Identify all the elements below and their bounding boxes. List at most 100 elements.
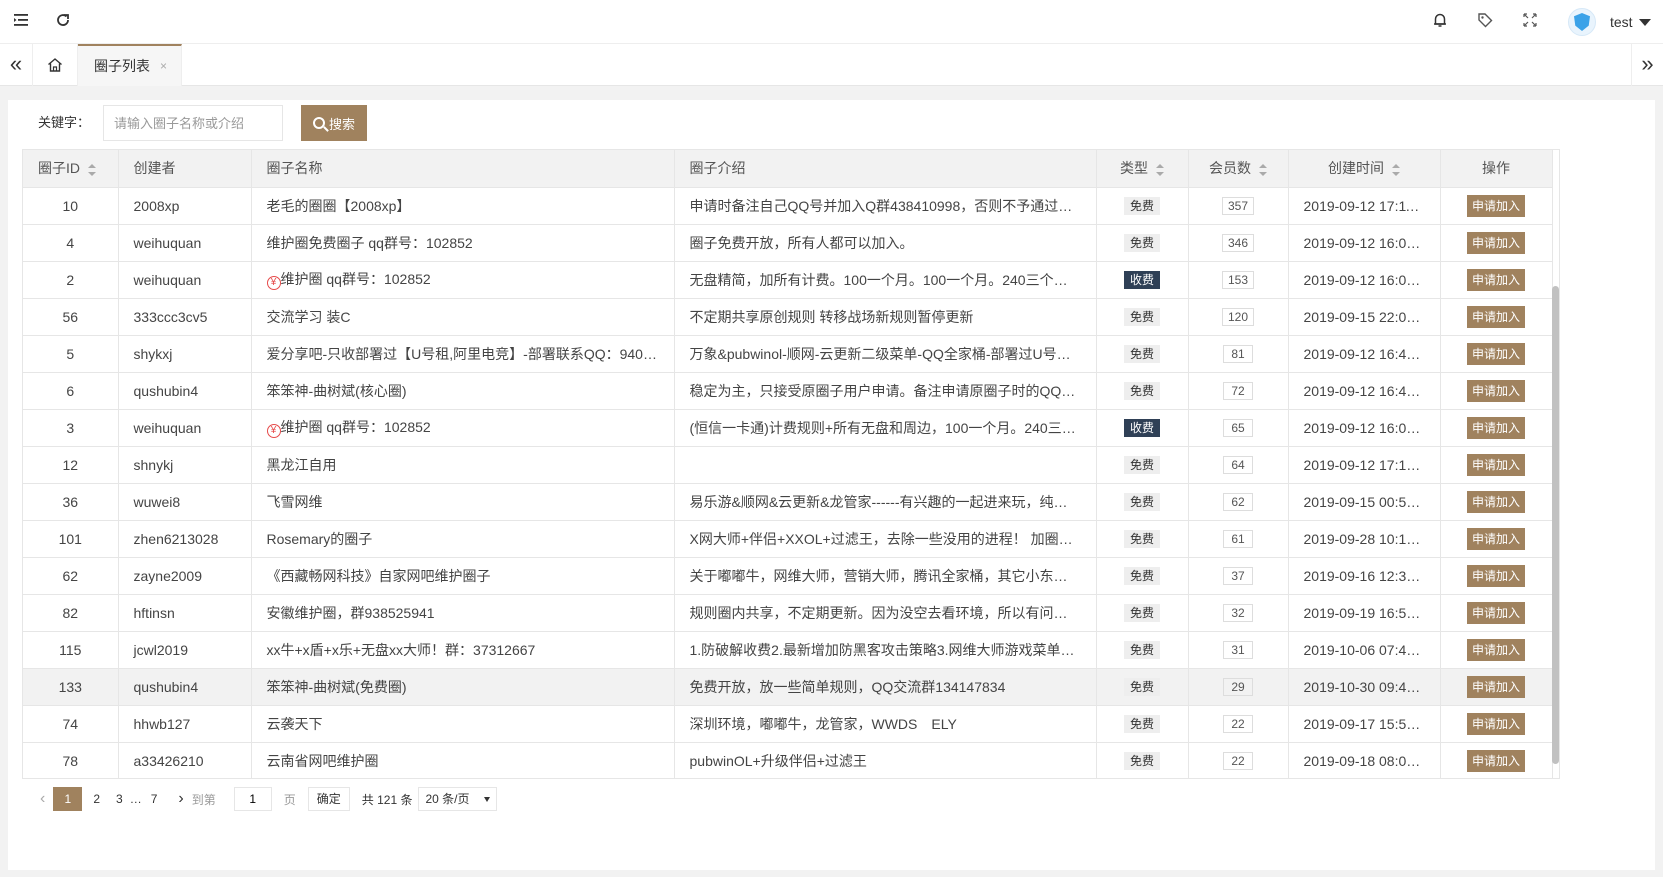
sort-icon[interactable] [1259,163,1267,176]
join-button[interactable]: 申请加入 [1466,416,1525,439]
cell-creator: a33426210 [118,742,252,778]
dropdown-arrow-icon [483,796,490,802]
table-scrollbar[interactable] [1552,286,1559,764]
fullscreen-icon[interactable] [1519,11,1541,33]
tag-icon[interactable] [1474,11,1496,33]
sort-icon[interactable] [1392,163,1400,176]
cell-id: 56 [23,298,119,336]
cell-created: 2019-09-12 16:06:26 [1288,409,1441,447]
cell-name: 云袭天下 [251,705,675,743]
cell-members: 32 [1188,594,1289,632]
cell-members: 65 [1188,409,1289,447]
cell-members: 120 [1188,298,1289,336]
next-page-icon[interactable]: › [170,790,191,808]
cell-action: 申请加入 [1440,224,1553,262]
col-header-name: 圈子名称 [251,150,675,188]
join-button[interactable]: 申请加入 [1466,231,1525,254]
cell-members: 357 [1188,187,1289,225]
cell-intro: 万象&pubwinol-顺网-云更新二级菜单-QQ全家桶-部署过U号请备... [674,335,1097,373]
cell-creator: zayne2009 [118,557,252,595]
join-button[interactable]: 申请加入 [1466,268,1525,291]
cell-created: 2019-09-12 16:04:22 [1288,261,1441,299]
cell-name: xx牛+x盾+x乐+无盘xx大师！群：37312667 [251,631,675,669]
col-header-id[interactable]: 圈子ID [23,150,119,188]
col-header-type[interactable]: 类型 [1096,150,1189,188]
search-icon [312,117,325,129]
join-button[interactable]: 申请加入 [1466,675,1525,698]
cell-action: 申请加入 [1440,298,1553,336]
member-count: 22 [1223,714,1253,733]
sort-icon[interactable] [1156,163,1164,176]
page-link[interactable]: 3 [111,787,128,811]
cell-created: 2019-09-28 10:17:02 [1288,520,1441,558]
confirm-button[interactable]: 确定 [307,787,350,811]
menu-toggle-icon[interactable] [10,11,32,33]
join-button[interactable]: 申请加入 [1466,490,1525,513]
join-button[interactable]: 申请加入 [1466,453,1525,476]
join-button[interactable]: 申请加入 [1466,379,1525,402]
notification-bell-icon[interactable] [1429,11,1451,33]
cell-intro: 易乐游&顺网&云更新&龙管家------有兴趣的一起进来玩，纯免费。 [674,483,1097,521]
cell-intro: 关于嘟嘟牛，网维大师，营销大师，腾讯全家桶，其它小东西的... [674,557,1097,595]
page-size-value: 20 条/页 [425,792,470,806]
join-button[interactable]: 申请加入 [1466,305,1525,328]
col-header-created[interactable]: 创建时间 [1288,150,1441,188]
page-link[interactable]: 2 [88,787,105,811]
col-header-creator: 创建者 [118,150,252,188]
cell-type: 免费 [1096,335,1189,373]
cell-members: 346 [1188,224,1289,262]
join-button[interactable]: 申请加入 [1466,712,1525,735]
cell-creator: shnykj [118,446,252,484]
cell-members: 31 [1188,631,1289,669]
username-label: test [1610,14,1633,30]
search-input[interactable] [103,105,283,141]
close-icon[interactable]: × [160,59,167,73]
cell-id: 74 [23,705,119,743]
tab-circle-list[interactable]: 圈子列表 × [78,44,182,86]
member-count: 72 [1223,381,1253,400]
type-badge: 免费 [1123,233,1160,252]
member-count: 64 [1223,455,1253,474]
refresh-icon[interactable] [52,11,74,33]
cell-creator: jcwl2019 [118,631,252,669]
join-button[interactable]: 申请加入 [1466,564,1525,587]
cell-intro: (恒信一卡通)计费规则+所有无盘和周边，100一个月。240三个月... [674,409,1097,447]
table-row: 2 weihuquan ¥ 维护圈 qq群号：102852 无盘精简，加所有计费。100… [23,261,1553,299]
tabs-scroll-left-icon[interactable]: « [0,44,32,86]
tabs-scroll-right-icon[interactable]: » [1631,44,1663,86]
type-badge: 免费 [1123,344,1160,363]
join-button[interactable]: 申请加入 [1466,638,1525,661]
cell-type: 免费 [1096,668,1189,706]
cell-type: 免费 [1096,742,1189,778]
page-ellipsis: … [129,792,142,806]
join-button[interactable]: 申请加入 [1466,194,1525,217]
cell-type: 免费 [1096,594,1189,632]
join-button[interactable]: 申请加入 [1466,601,1525,624]
home-tab[interactable] [32,44,78,86]
search-button[interactable]: 搜索 [301,105,367,141]
cell-intro: 深圳环境，嘟嘟牛，龙管家，WWDS ELY [674,705,1097,743]
page-link-last[interactable]: 7 [146,787,163,811]
page-current[interactable]: 1 [53,787,83,811]
cell-name: 云南省网吧维护圈 [251,742,675,778]
cell-type: 免费 [1096,298,1189,336]
goto-page-input[interactable] [233,787,272,811]
circle-table: 圈子ID 创建者 圈子名称 圈子介绍 类型 会员数 创建时间 操作 10 2008… [22,149,1560,779]
cell-members: 62 [1188,483,1289,521]
sort-icon[interactable] [88,163,96,176]
type-badge: 免费 [1123,492,1160,511]
page-size-select[interactable]: 20 条/页 [418,787,497,811]
user-menu[interactable]: test [1568,8,1651,36]
member-count: 153 [1221,270,1255,289]
cell-name: 交流学习 装C [251,298,675,336]
cell-type: 免费 [1096,520,1189,558]
cell-action: 申请加入 [1440,668,1553,706]
table-row: 4 weihuquan 维护圈免费圈子 qq群号：102852 圈子免费开放，所有人都… [23,224,1553,262]
join-button[interactable]: 申请加入 [1466,527,1525,550]
join-button[interactable]: 申请加入 [1466,749,1525,772]
prev-page-icon[interactable]: ‹ [32,790,53,808]
cell-id: 82 [23,594,119,632]
col-header-members[interactable]: 会员数 [1188,150,1289,188]
top-header: test [0,0,1663,44]
join-button[interactable]: 申请加入 [1466,342,1525,365]
